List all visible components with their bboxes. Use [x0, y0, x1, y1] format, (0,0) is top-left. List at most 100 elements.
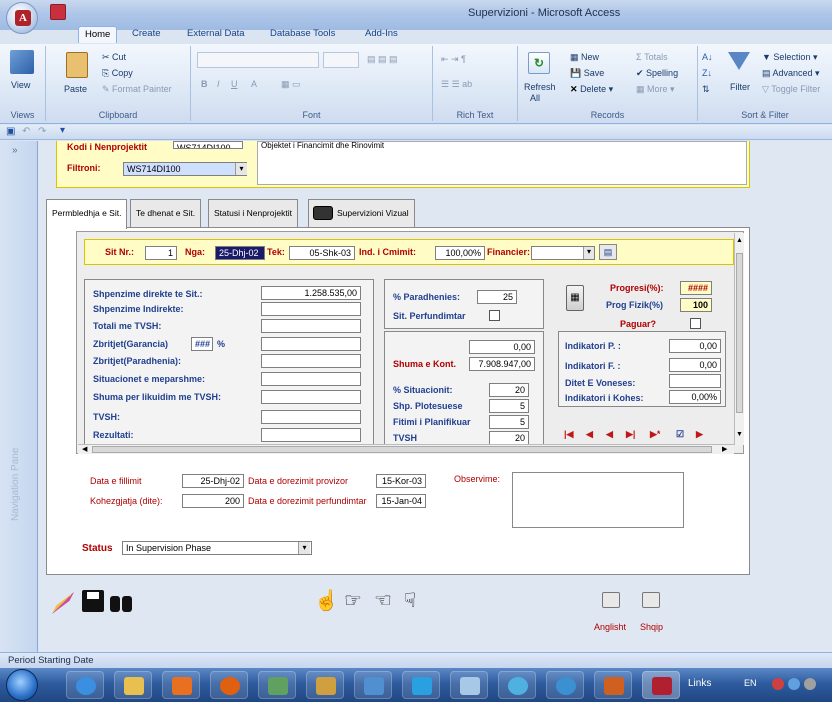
perfundimtar-checkbox[interactable] — [489, 310, 500, 321]
navigation-pane[interactable]: » Navigation Pane — [0, 141, 38, 652]
tab-te-dhenat[interactable]: Te dhenat e Sit. — [130, 199, 202, 227]
hand-right-icon[interactable]: ☞ — [344, 590, 362, 612]
progresi-field[interactable]: #### — [680, 281, 712, 295]
paste-button[interactable]: Paste — [64, 84, 87, 94]
copy-button[interactable]: ⎘ Copy — [102, 68, 133, 79]
gridlines-button[interactable]: ▦ ▭ — [281, 79, 301, 90]
undo-icon[interactable]: ↶ — [22, 126, 30, 137]
tab-statusi[interactable]: Statusi i Nenprojektit — [208, 199, 298, 227]
scroll-right-icon[interactable]: ▶ — [722, 445, 727, 453]
advanced-button[interactable]: ▤ Advanced ▾ — [762, 68, 820, 79]
hand-left-icon[interactable]: ☜ — [374, 590, 392, 612]
perfundimtar-date-field[interactable]: 15-Jan-04 — [376, 494, 426, 508]
kohezgjatja-field[interactable]: 200 — [182, 494, 244, 508]
tray-icon-2[interactable] — [788, 678, 800, 690]
tray-icon-3[interactable] — [804, 678, 816, 690]
plotesuese-field[interactable]: 5 — [489, 399, 529, 413]
expand-nav-icon[interactable]: » — [12, 145, 18, 156]
provizor-field[interactable]: 15-Kor-03 — [376, 474, 426, 488]
tab-permbledhja[interactable]: Permbledhja e Sit. — [46, 199, 128, 229]
paradhenies-field[interactable]: 25 — [477, 290, 517, 304]
scroll-left-icon[interactable]: ◀ — [82, 445, 87, 453]
paguar-checkbox[interactable] — [690, 318, 701, 329]
taskbar-network[interactable] — [354, 671, 392, 699]
delete-record-button[interactable]: ✕ Delete ▾ — [570, 84, 613, 95]
tab-add-ins[interactable]: Add-Ins — [359, 26, 404, 43]
totals-button[interactable]: Σ Totals — [636, 52, 668, 62]
scroll-down-icon[interactable]: ▼ — [736, 431, 743, 438]
status-dropdown-icon[interactable]: ▾ — [298, 542, 310, 554]
taskbar-photo[interactable] — [594, 671, 632, 699]
prev-record-button[interactable]: ◀ — [586, 429, 593, 440]
edit-pencil-icon[interactable] — [52, 592, 74, 614]
financier-dropdown-icon[interactable]: ▾ — [583, 247, 594, 259]
kohes-field[interactable]: 0,00% — [669, 390, 721, 404]
garancia-field[interactable] — [261, 337, 361, 351]
taskbar-skype[interactable] — [402, 671, 440, 699]
font-color-button[interactable]: A — [251, 79, 257, 89]
hand-up-icon[interactable]: ☝ — [314, 590, 339, 612]
tab-create[interactable]: Create — [126, 26, 167, 43]
taskbar-explorer[interactable] — [114, 671, 152, 699]
indent-buttons[interactable]: ⇤ ⇥ ¶ — [441, 54, 466, 65]
scroll-thumb[interactable] — [736, 253, 743, 413]
links-toolbar[interactable]: Links — [688, 678, 711, 689]
underline-button[interactable]: U — [231, 79, 238, 89]
taskbar-calculator[interactable] — [258, 671, 296, 699]
redo-icon[interactable]: ↷ — [38, 126, 46, 137]
cut-button[interactable]: ✂ Cut — [102, 52, 126, 63]
format-painter-button[interactable]: ✎ Format Painter — [102, 84, 172, 95]
rezultati-field[interactable] — [261, 428, 361, 442]
kodi-field[interactable]: WS714DI100 — [173, 141, 243, 149]
spelling-button[interactable]: ✔ Spelling — [636, 68, 678, 79]
taskbar-notepad[interactable] — [450, 671, 488, 699]
office-button[interactable]: A — [6, 2, 38, 34]
tab-supervizioni-vizual[interactable]: Supervizioni Vizual — [308, 199, 415, 227]
print-albanian-icon[interactable] — [642, 592, 660, 608]
prog-fizik-field[interactable]: 100 — [680, 298, 712, 312]
first-record-button[interactable]: |◀ — [564, 429, 573, 440]
hscroll-thumb[interactable] — [92, 446, 712, 453]
paradhenia-field[interactable] — [261, 354, 361, 368]
sit-nr-field[interactable]: 1 — [145, 246, 177, 260]
total-tvsh-field[interactable] — [261, 319, 361, 333]
calculator-icon[interactable]: ▦ — [566, 285, 584, 311]
description-field[interactable]: Objektet i Financimit dhe Rinovimit — [257, 141, 747, 185]
edit-record-icon[interactable]: ☑ — [676, 429, 684, 440]
font-size-select[interactable] — [323, 52, 359, 68]
more-button[interactable]: ▦ More ▾ — [636, 84, 675, 95]
ind-f-field[interactable]: 0,00 — [669, 358, 721, 372]
ind-cmimit-field[interactable]: 100,00% — [435, 246, 485, 260]
toggle-filter-button[interactable]: ▽ Toggle Filter — [762, 84, 820, 95]
edit-financier-icon[interactable]: ▤ — [599, 244, 617, 260]
selection-button[interactable]: ▼ Selection ▾ — [762, 52, 817, 63]
taskbar-ie[interactable] — [66, 671, 104, 699]
tvsh-field[interactable] — [261, 410, 361, 424]
font-name-select[interactable] — [197, 52, 319, 68]
close-record-icon[interactable]: ▶ — [696, 429, 703, 440]
shqip-button[interactable]: Shqip — [640, 622, 663, 632]
hand-down-icon[interactable]: ☟ — [404, 590, 416, 612]
print-english-icon[interactable] — [602, 592, 620, 608]
taskbar-firefox[interactable] — [210, 671, 248, 699]
tab-home[interactable]: Home — [78, 26, 118, 43]
tab-database-tools[interactable]: Database Tools — [264, 26, 341, 43]
tray-icon-1[interactable] — [772, 678, 784, 690]
direct-costs-field[interactable]: 1.258.535,00 — [261, 286, 361, 300]
list-buttons[interactable]: ☰ ☰ ab — [441, 79, 472, 90]
view-icon[interactable] — [10, 50, 34, 74]
fitimi-field[interactable]: 5 — [489, 415, 529, 429]
taskbar-media[interactable] — [162, 671, 200, 699]
status-combo[interactable]: In Supervision Phase — [122, 541, 312, 555]
refresh-icon[interactable]: ↻ — [528, 52, 550, 74]
taskbar-access[interactable] — [642, 671, 680, 699]
filter-combo[interactable]: WS714DI100 — [123, 162, 247, 176]
sort-descending-icon[interactable]: Z↓ — [702, 68, 712, 78]
binoculars-icon[interactable] — [110, 592, 134, 612]
garancia-pct-field[interactable]: ### — [191, 337, 213, 351]
taskbar-messenger[interactable] — [498, 671, 536, 699]
subform-horizontal-scrollbar[interactable]: ◀ ▶ — [78, 444, 734, 454]
ind-p-field[interactable]: 0,00 — [669, 339, 721, 353]
customize-qat-icon[interactable]: ▾ — [60, 125, 65, 136]
tab-external-data[interactable]: External Data — [181, 26, 251, 43]
